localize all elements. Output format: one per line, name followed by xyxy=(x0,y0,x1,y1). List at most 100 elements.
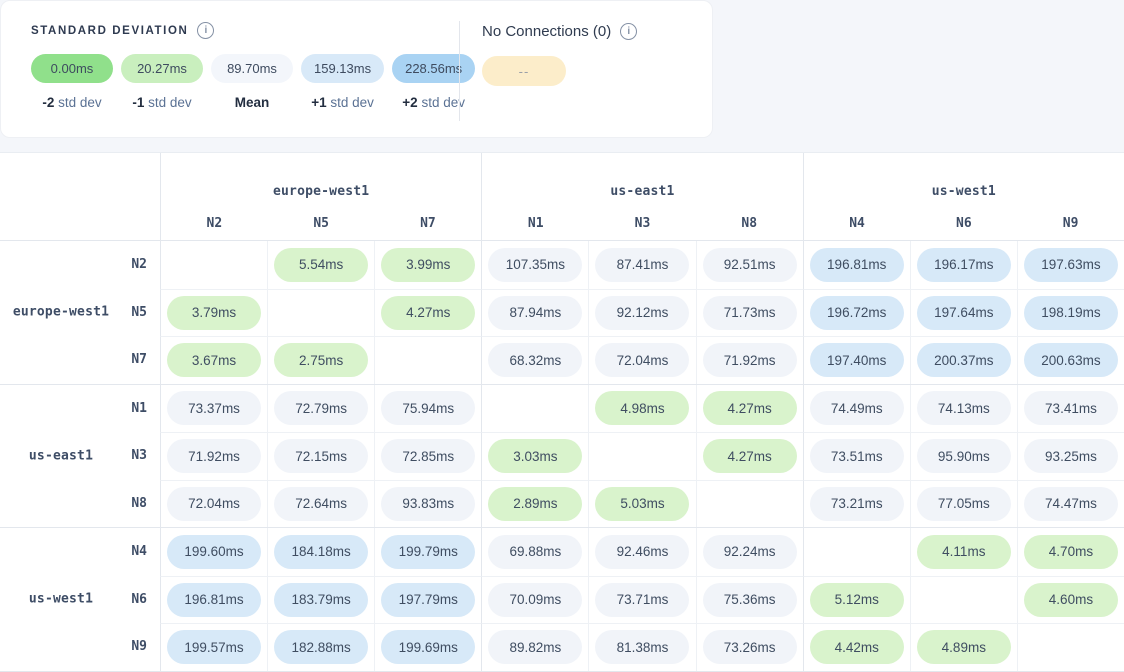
latency-chip[interactable]: 3.99ms xyxy=(381,248,475,282)
latency-chip[interactable]: 95.90ms xyxy=(917,439,1011,473)
matrix-row-group: us-west1N4199.60ms184.18ms199.79ms69.88m… xyxy=(0,527,1124,671)
column-region-label: europe-west1 xyxy=(161,184,481,199)
column-node-label: N3 xyxy=(589,216,696,231)
latency-chip[interactable]: 87.41ms xyxy=(595,248,689,282)
latency-chip[interactable]: 3.79ms xyxy=(167,296,261,330)
latency-chip[interactable]: 5.54ms xyxy=(274,248,368,282)
latency-chip[interactable]: 73.21ms xyxy=(810,487,904,521)
latency-chip[interactable]: 197.64ms xyxy=(917,296,1011,330)
latency-chip[interactable]: 196.72ms xyxy=(810,296,904,330)
matrix-cell xyxy=(160,241,267,289)
matrix-cell: 2.89ms xyxy=(481,480,588,528)
matrix-cell: 5.03ms xyxy=(588,480,695,528)
latency-chip[interactable]: 73.51ms xyxy=(810,439,904,473)
latency-chip[interactable]: 70.09ms xyxy=(488,583,582,617)
latency-chip[interactable]: 200.63ms xyxy=(1024,343,1118,377)
legend-chip: 89.70ms xyxy=(211,54,293,83)
latency-chip[interactable]: 92.51ms xyxy=(703,248,797,282)
legend-item: 159.13ms+1 std dev xyxy=(301,54,384,110)
matrix-cell: 4.27ms xyxy=(374,289,481,337)
latency-chip[interactable]: 89.82ms xyxy=(488,630,582,664)
latency-chip[interactable]: 72.85ms xyxy=(381,439,475,473)
matrix-cell: 5.54ms xyxy=(267,241,374,289)
latency-chip[interactable]: 4.60ms xyxy=(1024,583,1118,617)
latency-chip[interactable]: 5.12ms xyxy=(810,583,904,617)
latency-chip[interactable]: 5.03ms xyxy=(595,487,689,521)
latency-chip[interactable]: 183.79ms xyxy=(274,583,368,617)
matrix-cell: 73.37ms xyxy=(160,385,267,433)
latency-chip[interactable]: 184.18ms xyxy=(274,535,368,569)
latency-chip[interactable]: 93.25ms xyxy=(1024,439,1118,473)
latency-chip[interactable]: 74.47ms xyxy=(1024,487,1118,521)
latency-chip[interactable]: 4.11ms xyxy=(917,535,1011,569)
latency-chip[interactable]: 73.71ms xyxy=(595,583,689,617)
latency-chip[interactable]: 199.69ms xyxy=(381,630,475,664)
latency-chip[interactable]: 73.26ms xyxy=(703,630,797,664)
latency-chip[interactable]: 4.89ms xyxy=(917,630,1011,664)
info-icon[interactable] xyxy=(197,22,214,39)
matrix-cell: 74.49ms xyxy=(803,385,910,433)
latency-chip[interactable]: 4.27ms xyxy=(703,391,797,425)
latency-chip[interactable]: 81.38ms xyxy=(595,630,689,664)
latency-chip[interactable]: 196.81ms xyxy=(810,248,904,282)
latency-chip[interactable]: 182.88ms xyxy=(274,630,368,664)
latency-chip[interactable]: 199.60ms xyxy=(167,535,261,569)
latency-chip[interactable]: 4.27ms xyxy=(381,296,475,330)
table-row: N9199.57ms182.88ms199.69ms89.82ms81.38ms… xyxy=(0,623,1124,671)
latency-chip[interactable]: 4.70ms xyxy=(1024,535,1118,569)
latency-chip[interactable]: 199.57ms xyxy=(167,630,261,664)
latency-chip[interactable]: 77.05ms xyxy=(917,487,1011,521)
matrix-cell: 4.11ms xyxy=(910,528,1017,576)
latency-chip[interactable]: 73.41ms xyxy=(1024,391,1118,425)
latency-chip[interactable]: 3.03ms xyxy=(488,439,582,473)
latency-chip[interactable]: 72.04ms xyxy=(167,487,261,521)
latency-chip[interactable]: 69.88ms xyxy=(488,535,582,569)
latency-chip[interactable]: 87.94ms xyxy=(488,296,582,330)
latency-chip[interactable]: 197.63ms xyxy=(1024,248,1118,282)
latency-chip[interactable]: 74.13ms xyxy=(917,391,1011,425)
latency-chip[interactable]: 72.64ms xyxy=(274,487,368,521)
matrix-cell: 68.32ms xyxy=(481,336,588,384)
latency-chip[interactable]: 73.37ms xyxy=(167,391,261,425)
latency-chip[interactable]: 4.98ms xyxy=(595,391,689,425)
latency-chip[interactable]: 197.79ms xyxy=(381,583,475,617)
latency-chip[interactable]: 71.92ms xyxy=(703,343,797,377)
latency-chip[interactable]: 199.79ms xyxy=(381,535,475,569)
std-deviation-title: STANDARD DEVIATION xyxy=(31,25,188,37)
latency-chip[interactable]: 198.19ms xyxy=(1024,296,1118,330)
latency-chip[interactable]: 4.27ms xyxy=(703,439,797,473)
table-row: N371.92ms72.15ms72.85ms3.03ms4.27ms73.51… xyxy=(0,432,1124,480)
latency-chip[interactable]: 197.40ms xyxy=(810,343,904,377)
latency-chip[interactable]: 107.35ms xyxy=(488,248,582,282)
matrix-cell: 198.19ms xyxy=(1017,289,1124,337)
latency-chip[interactable]: 72.04ms xyxy=(595,343,689,377)
latency-chip[interactable]: 71.92ms xyxy=(167,439,261,473)
latency-chip[interactable]: 71.73ms xyxy=(703,296,797,330)
matrix-cell: 4.27ms xyxy=(696,432,803,480)
latency-chip[interactable]: 200.37ms xyxy=(917,343,1011,377)
latency-chip[interactable]: 92.46ms xyxy=(595,535,689,569)
latency-chip[interactable]: 2.75ms xyxy=(274,343,368,377)
latency-chip[interactable]: 92.24ms xyxy=(703,535,797,569)
latency-chip[interactable]: 3.67ms xyxy=(167,343,261,377)
matrix-header: europe-west1N2N5N7us-east1N1N3N8us-west1… xyxy=(0,153,1124,241)
latency-chip[interactable]: 72.79ms xyxy=(274,391,368,425)
latency-chip[interactable]: 4.42ms xyxy=(810,630,904,664)
matrix-cell: 4.89ms xyxy=(910,623,1017,671)
latency-chip[interactable]: 74.49ms xyxy=(810,391,904,425)
latency-chip[interactable]: 75.94ms xyxy=(381,391,475,425)
latency-chip[interactable]: 68.32ms xyxy=(488,343,582,377)
latency-chip[interactable]: 196.17ms xyxy=(917,248,1011,282)
info-icon[interactable] xyxy=(620,23,637,40)
latency-chip[interactable]: 72.15ms xyxy=(274,439,368,473)
latency-chip[interactable]: 2.89ms xyxy=(488,487,582,521)
latency-chip[interactable]: 93.83ms xyxy=(381,487,475,521)
row-region-label: europe-west1 xyxy=(0,305,122,320)
latency-chip[interactable]: 92.12ms xyxy=(595,296,689,330)
legend-item: 89.70msMean xyxy=(211,54,293,110)
matrix-cell: 182.88ms xyxy=(267,623,374,671)
latency-chip[interactable]: 75.36ms xyxy=(703,583,797,617)
matrix-cell: 71.73ms xyxy=(696,289,803,337)
matrix-cell: 196.81ms xyxy=(160,576,267,624)
latency-chip[interactable]: 196.81ms xyxy=(167,583,261,617)
